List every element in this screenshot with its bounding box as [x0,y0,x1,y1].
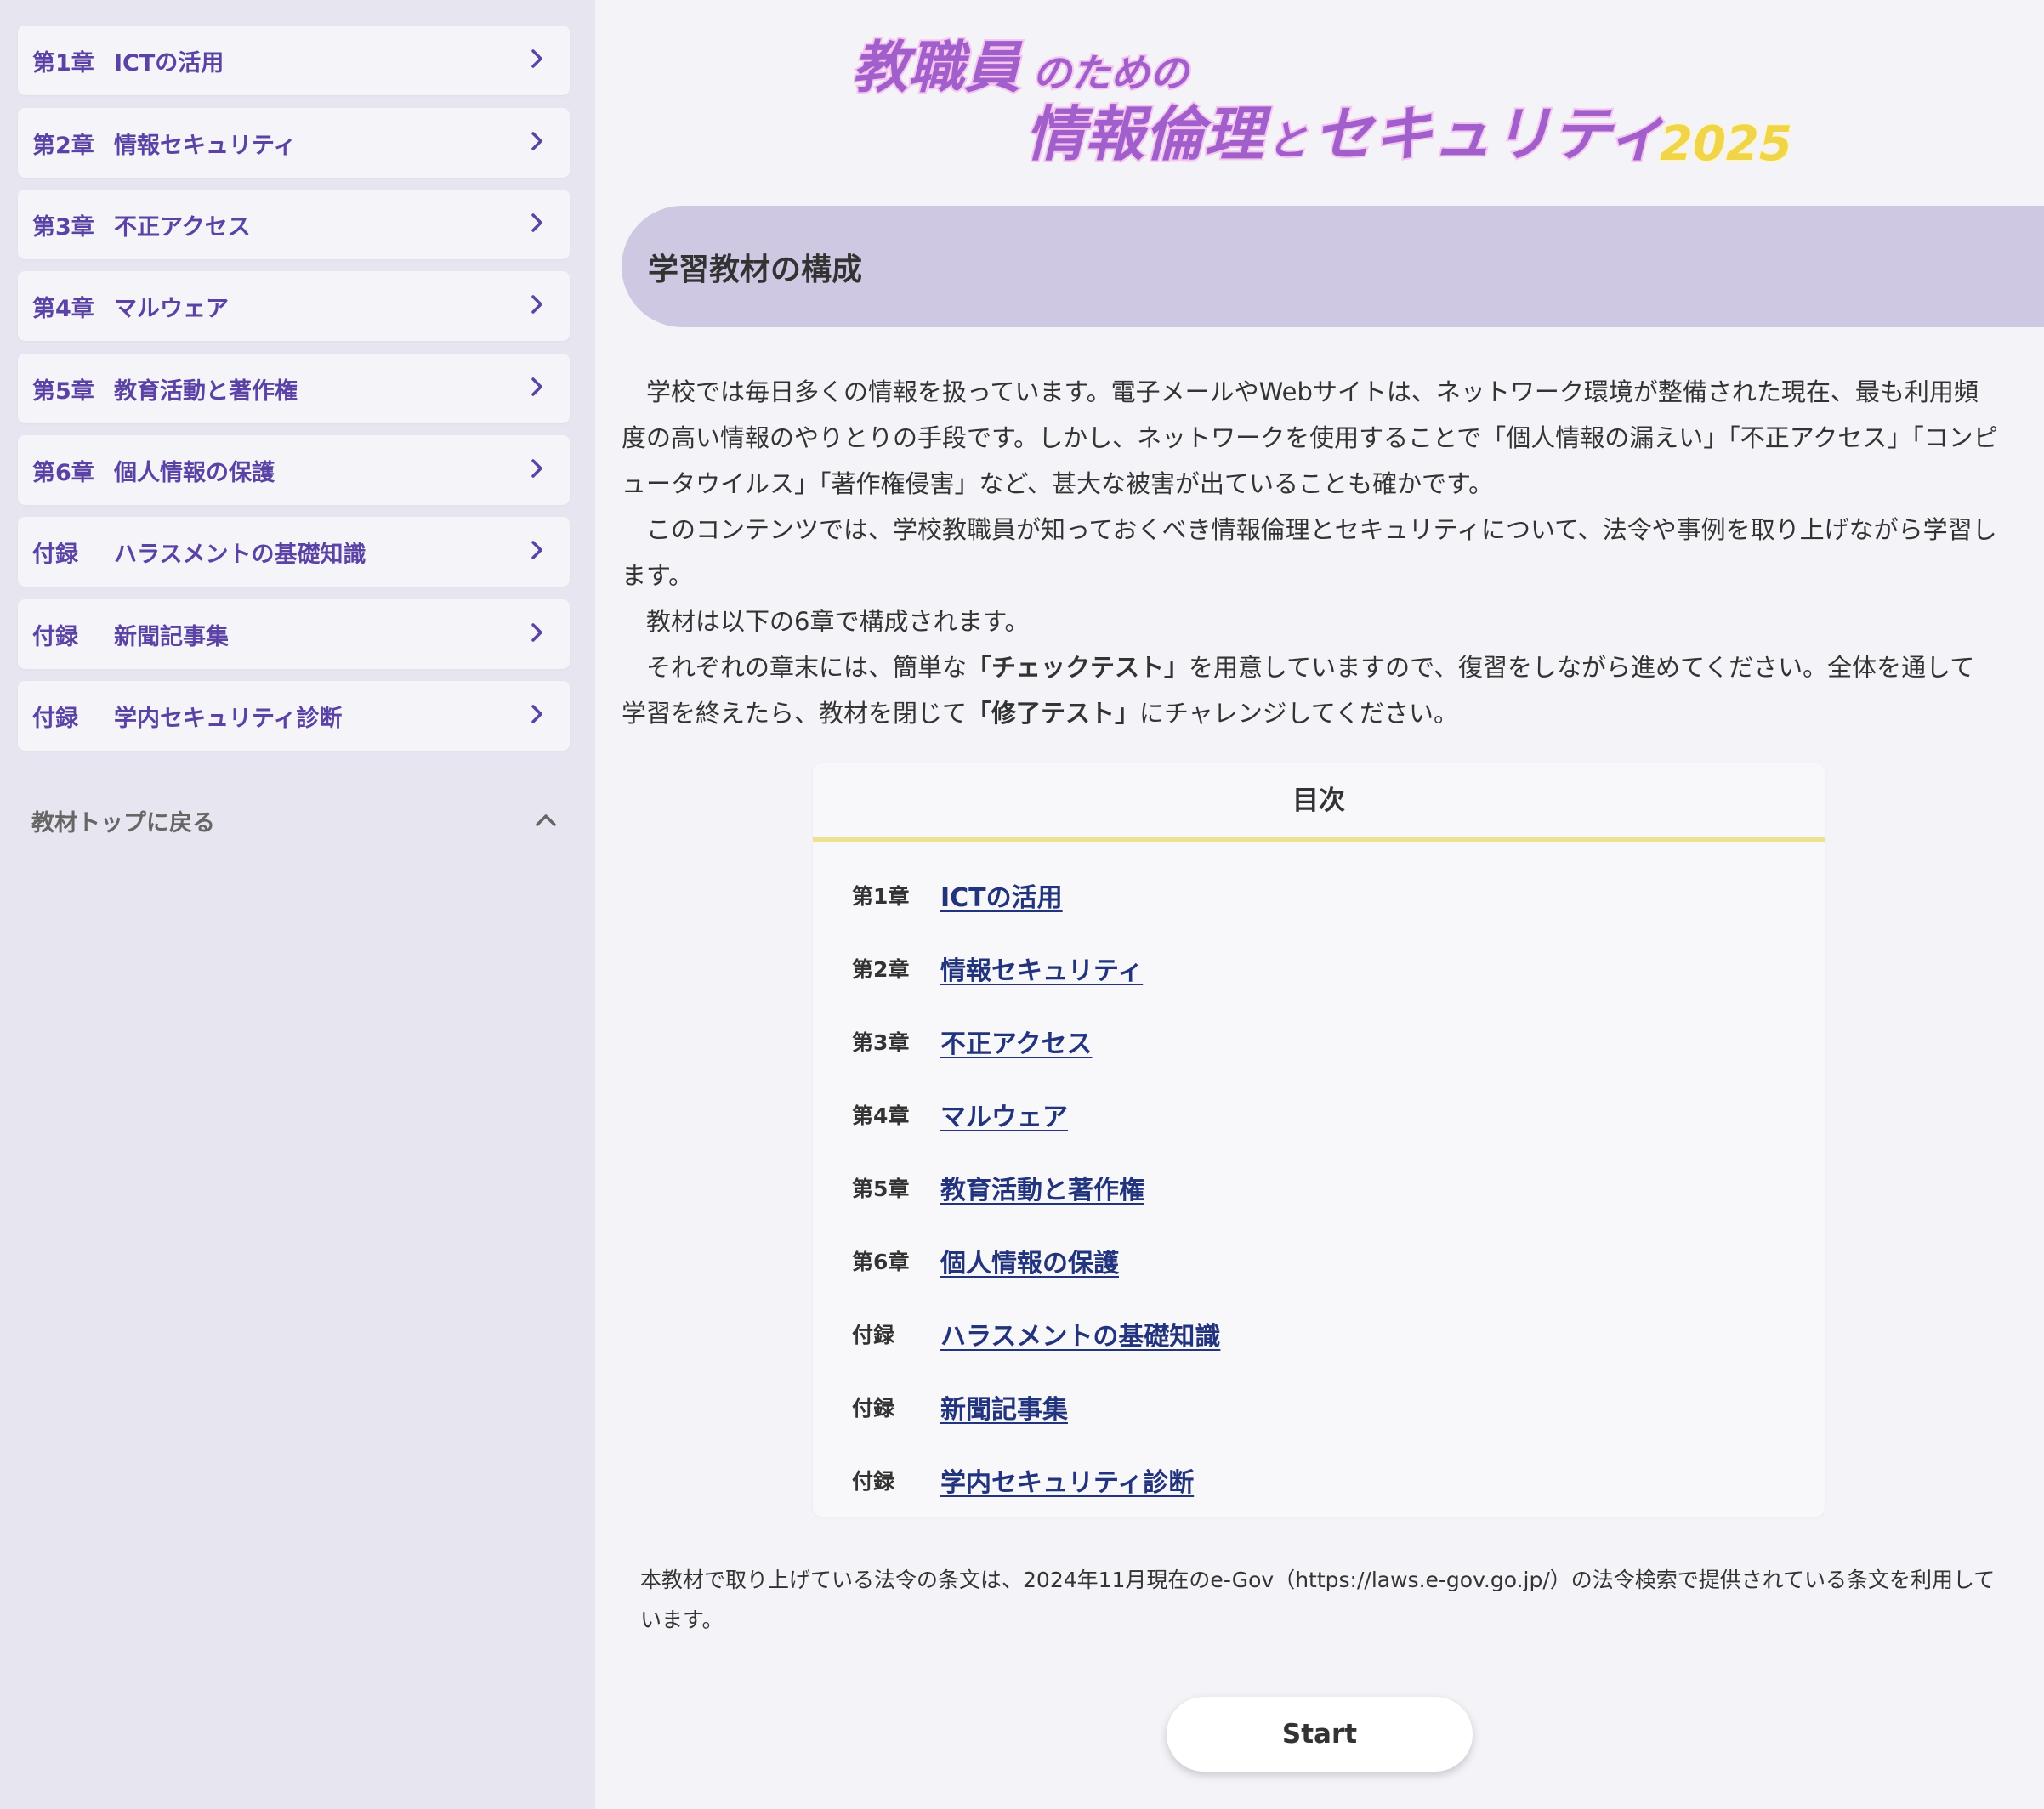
footnote: 本教材で取り上げている法令の条文は、2024年11月現在のe-Gov（https… [640,1568,1996,1632]
logo-line1-kanji: 教職員 [852,35,1023,100]
sidebar-item-prefix: 付録 [32,541,78,568]
toc-row: 第5章 教育活動と著作権 [852,1166,1144,1209]
toc-link-harassment[interactable]: ハラスメントの基礎知識 [940,1315,1220,1352]
toc-prefix: 第3章 [852,1030,910,1055]
intro-paragraph: それぞれの章末には、簡単な「チェックテスト」を用意していますので、復習をしながら… [622,644,1999,736]
sidebar-item-diagnosis[interactable]: 付録 学内セキュリティ診断 [18,681,570,751]
chevron-right-icon [531,541,542,559]
check-test-emphasis: 「チェックテスト」 [967,653,1189,682]
sidebar-item-label: 教育活動と著作権 [114,377,298,405]
toc-prefix: 第4章 [852,1103,910,1128]
intro-text: 学校では毎日多くの情報を扱っています。電子メールやWebサイトは、ネットワーク環… [622,369,1999,736]
sidebar-item-ch3[interactable]: 第3章 不正アクセス [18,190,570,259]
toc-title: 目次 [813,763,1825,842]
intro-text-span: にチャレンジしてください。 [1139,699,1459,728]
chevron-right-icon [531,213,542,232]
sidebar-item-prefix: 第1章 [32,49,94,77]
toc-link-ch5[interactable]: 教育活動と著作権 [940,1169,1144,1206]
sidebar-item-label: 情報セキュリティ [114,132,297,159]
toc-prefix: 第5章 [852,1177,910,1201]
toc-row: 第3章 不正アクセス [852,1020,1093,1063]
toc-row: 第4章 マルウェア [852,1093,1068,1136]
sidebar-item-prefix: 第3章 [32,213,94,241]
sidebar-item-ch2[interactable]: 第2章 情報セキュリティ [18,108,570,178]
chevron-right-icon [531,459,542,478]
intro-text-span: それぞれの章末には、簡単な [646,653,968,682]
sidebar-item-prefix: 第5章 [32,377,94,405]
toc-link-ch2[interactable]: 情報セキュリティ [940,950,1143,987]
sidebar-item-label: ICTの活用 [114,49,224,77]
chevron-right-icon [531,705,542,723]
chevron-right-icon [531,132,542,150]
toc-link-ch1[interactable]: ICTの活用 [940,876,1063,914]
toc-link-diagnosis[interactable]: 学内セキュリティ診断 [940,1461,1194,1499]
toc-row: 第2章 情報セキュリティ [852,947,1143,990]
sidebar-item-label: 新聞記事集 [114,623,229,650]
site-logo: 教職員 のための 情報倫理 と セキュリティ 2025 [850,34,1793,173]
toc-prefix: 付録 [852,1323,895,1347]
toc-prefix: 第2章 [852,957,910,982]
sidebar-item-prefix: 付録 [32,705,78,732]
toc-link-ch3[interactable]: 不正アクセス [940,1023,1093,1060]
toc-prefix: 付録 [852,1469,895,1494]
sidebar-item-prefix: 付録 [32,623,78,650]
sidebar-item-prefix: 第2章 [32,132,94,159]
toc-row: 付録 ハラスメントの基礎知識 [852,1313,1220,1355]
toc-prefix: 付録 [852,1396,895,1421]
sidebar-item-ch1[interactable]: 第1章 ICTの活用 [18,26,570,95]
chevron-right-icon [531,49,542,68]
sidebar-item-prefix: 第4章 [32,295,94,322]
logo-line2-b: と [1267,117,1308,165]
back-to-top-label: 教材トップに戻る [31,809,215,836]
sidebar-item-news[interactable]: 付録 新聞記事集 [18,599,570,669]
logo-line2-c: セキュリティ [1314,99,1667,169]
chevron-up-icon [536,814,556,826]
section-header: 学習教材の構成 [622,206,2044,327]
toc-prefix: 第1章 [852,884,910,909]
start-button[interactable]: Start [1167,1697,1473,1772]
section-title: 学習教材の構成 [648,252,863,287]
main-content: 教職員 のための 情報倫理 と セキュリティ 2025 学習教材の構成 学校では… [595,0,2044,1809]
chevron-right-icon [531,377,542,396]
intro-paragraph: このコンテンツでは、学校教職員が知っておくべき情報倫理とセキュリティについて、法… [622,515,1997,590]
sidebar-item-prefix: 第6章 [32,459,94,486]
sidebar-item-label: 学内セキュリティ診断 [114,705,343,732]
final-test-emphasis: 「修了テスト」 [967,699,1140,728]
chevron-right-icon [531,623,542,642]
toc-row: 第1章 ICTの活用 [852,874,1063,916]
toc-link-ch4[interactable]: マルウェア [940,1096,1068,1133]
logo-line1-kana: のための [1032,50,1191,96]
logo-line2-a: 情報倫理 [1025,99,1272,169]
sidebar-item-ch4[interactable]: 第4章 マルウェア [18,271,570,341]
toc-row: 第6章 個人情報の保護 [852,1239,1119,1282]
toc-link-ch6[interactable]: 個人情報の保護 [940,1242,1119,1279]
sidebar-item-ch6[interactable]: 第6章 個人情報の保護 [18,435,570,505]
sidebar-item-ch5[interactable]: 第5章 教育活動と著作権 [18,354,570,423]
sidebar-item-harassment[interactable]: 付録 ハラスメントの基礎知識 [18,517,570,587]
toc-row: 付録 学内セキュリティ診断 [852,1459,1194,1501]
back-to-top-link[interactable]: 教材トップに戻る [31,799,559,842]
sidebar-item-label: マルウェア [114,295,229,322]
intro-paragraph: 学校では毎日多くの情報を扱っています。電子メールやWebサイトは、ネットワーク環… [622,377,1998,498]
sidebar-item-label: 個人情報の保護 [114,459,275,486]
toc-row: 付録 新聞記事集 [852,1386,1068,1428]
table-of-contents: 目次 第1章 ICTの活用 第2章 情報セキュリティ 第3章 不正アクセス 第4… [813,763,1825,1517]
sidebar: 第1章 ICTの活用 第2章 情報セキュリティ 第3章 不正アクセス 第4章 マ… [0,0,595,1809]
logo-year: 2025 [1660,116,1792,172]
sidebar-item-label: ハラスメントの基礎知識 [114,541,366,568]
toc-link-news[interactable]: 新聞記事集 [940,1388,1068,1426]
intro-paragraph: 教材は以下の6章で構成されます。 [646,607,1030,636]
sidebar-item-label: 不正アクセス [114,213,251,241]
toc-prefix: 第6章 [852,1250,910,1274]
chevron-right-icon [531,295,542,314]
